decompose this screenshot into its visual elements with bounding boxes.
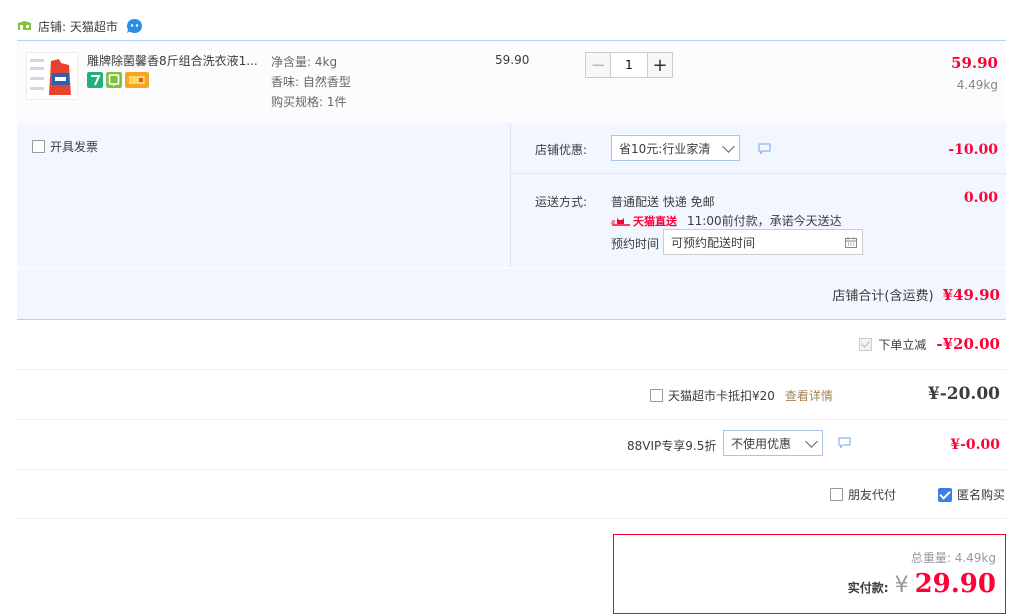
shipping-method: 普通配送 快递 免邮 xyxy=(611,195,715,209)
instant-reduce-row: 下单立减 -¥20.00 xyxy=(17,320,1006,370)
invoice-label: 开具发票 xyxy=(50,140,99,154)
shop-icon xyxy=(18,21,31,30)
instant-reduce-amount: -¥20.00 xyxy=(936,335,1000,353)
shipping-label: 运送方式: xyxy=(535,195,588,209)
pay-options-row: 朋友代付 匿名购买 xyxy=(17,470,1006,519)
item-weight: 4.49kg xyxy=(956,78,998,92)
shop-total-row: 店铺合计(含运费) ¥49.90 xyxy=(17,268,1006,320)
panel-divider xyxy=(511,173,1006,174)
instant-reduce-checkbox xyxy=(859,337,873,351)
quantity-stepper: − + xyxy=(585,52,673,78)
product-title[interactable]: 雕牌除菌馨香8斤组合洗衣液1... xyxy=(87,52,262,69)
chevron-down-icon xyxy=(722,139,735,153)
attr-net-weight: 净含量: 4kg xyxy=(271,55,338,69)
actual-payment-amount: 29.90 xyxy=(914,569,996,599)
seven-day-return-icon xyxy=(87,72,103,88)
card-deduct-checkbox[interactable] xyxy=(650,389,663,402)
unit-price: 59.90 xyxy=(495,53,530,67)
shipping-promise-row: 天猫直送 11:00前付款，承诺今天送达 xyxy=(611,212,842,229)
schedule-time-input[interactable]: 可预约配送时间 xyxy=(663,229,863,255)
message-icon[interactable] xyxy=(838,437,851,448)
anonymous-label: 匿名购买 xyxy=(957,488,1006,502)
card-deduct-amount: ¥-20.00 xyxy=(927,384,1000,404)
total-weight: 总重量: 4.49kg xyxy=(911,549,996,566)
anonymous-option[interactable]: 匿名购买 xyxy=(938,486,1005,503)
wangwang-icon[interactable] xyxy=(126,18,143,34)
total-weight-value: 4.49kg xyxy=(954,551,996,565)
tmall-direct-text: 天猫直送 xyxy=(633,214,677,228)
invoice-option[interactable]: 开具发票 xyxy=(32,138,98,155)
item-subtotal: 59.90 xyxy=(951,54,998,72)
attr-scent: 香味: 自然香型 xyxy=(271,75,351,89)
shop-total: 店铺合计(含运费) ¥49.90 xyxy=(832,285,1000,304)
chevron-down-icon xyxy=(805,434,818,448)
plus-icon[interactable]: + xyxy=(647,52,673,78)
attr-spec: 购买规格: 1件 xyxy=(271,95,347,109)
actual-payment-label: 实付款: xyxy=(847,581,889,595)
vip-label: 88VIP专享9.5折 xyxy=(627,439,717,453)
shop-total-label: 店铺合计(含运费) xyxy=(832,289,934,304)
quantity-input[interactable] xyxy=(611,52,647,78)
guarantee-icon xyxy=(106,72,122,88)
vip-select[interactable]: 不使用优惠 xyxy=(723,430,823,456)
tmall-cat-icon xyxy=(611,217,630,226)
card-deduct-detail-link[interactable]: 查看详情 xyxy=(785,387,833,404)
shop-total-amount: ¥49.90 xyxy=(942,286,1000,304)
shop-header: 店铺: 天猫超市 xyxy=(17,16,143,36)
shipping-fee: 0.00 xyxy=(963,190,998,206)
instant-reduce-label: 下单立减 xyxy=(878,337,927,352)
currency-symbol: ¥ xyxy=(894,573,909,598)
shop-discount-select[interactable]: 省10元:行业家清 xyxy=(611,135,740,161)
calendar-icon xyxy=(845,236,857,248)
product-thumbnail[interactable] xyxy=(26,52,78,100)
vip-selected: 不使用优惠 xyxy=(731,436,792,451)
card-pay-icon xyxy=(125,72,149,88)
minus-icon[interactable]: − xyxy=(585,52,611,78)
card-deduct-option[interactable]: 天猫超市卡抵扣¥20 查看详情 xyxy=(650,387,833,404)
anonymous-checkbox[interactable] xyxy=(938,487,952,502)
schedule-time-value: 可预约配送时间 xyxy=(671,235,756,250)
panel-divider xyxy=(510,123,511,267)
tmall-direct-logo: 天猫直送 xyxy=(611,213,677,229)
schedule-label: 预约时间 xyxy=(611,237,660,251)
shipping-promise: 11:00前付款，承诺今天送达 xyxy=(687,214,842,228)
shop-discount-selected: 省10元:行业家清 xyxy=(619,141,711,156)
card-deduct-row: 天猫超市卡抵扣¥20 查看详情 ¥-20.00 xyxy=(17,370,1006,420)
message-icon[interactable] xyxy=(758,143,771,154)
friend-pay-checkbox[interactable] xyxy=(830,488,843,501)
actual-payment: 实付款: ¥ 29.90 xyxy=(848,569,996,599)
order-service-panel: 开具发票 店铺优惠: 省10元:行业家清 -10.00 运送方式: 普通配送 快… xyxy=(17,123,1006,267)
invoice-checkbox[interactable] xyxy=(32,140,45,153)
shop-discount-label: 店铺优惠: xyxy=(535,143,588,157)
cart-item-row: 雕牌除菌馨香8斤组合洗衣液1... 净含量: 4kg 香味: 自然香型 购买规格… xyxy=(17,40,1006,124)
vip-amount: ¥-0.00 xyxy=(950,437,1000,453)
instant-reduce: 下单立减 -¥20.00 xyxy=(859,335,1000,353)
shop-discount-amount: -10.00 xyxy=(948,142,998,158)
payment-summary: 总重量: 4.49kg 实付款: ¥ 29.90 xyxy=(613,534,1006,614)
card-deduct-label: 天猫超市卡抵扣¥20 xyxy=(668,389,775,403)
friend-pay-option[interactable]: 朋友代付 xyxy=(830,486,896,503)
shop-name[interactable]: 店铺: 天猫超市 xyxy=(38,18,118,35)
vip-row: 88VIP专享9.5折 不使用优惠 ¥-0.00 xyxy=(17,420,1006,470)
total-weight-label: 总重量: xyxy=(910,551,951,565)
friend-pay-label: 朋友代付 xyxy=(848,488,897,502)
product-badges xyxy=(87,72,149,88)
